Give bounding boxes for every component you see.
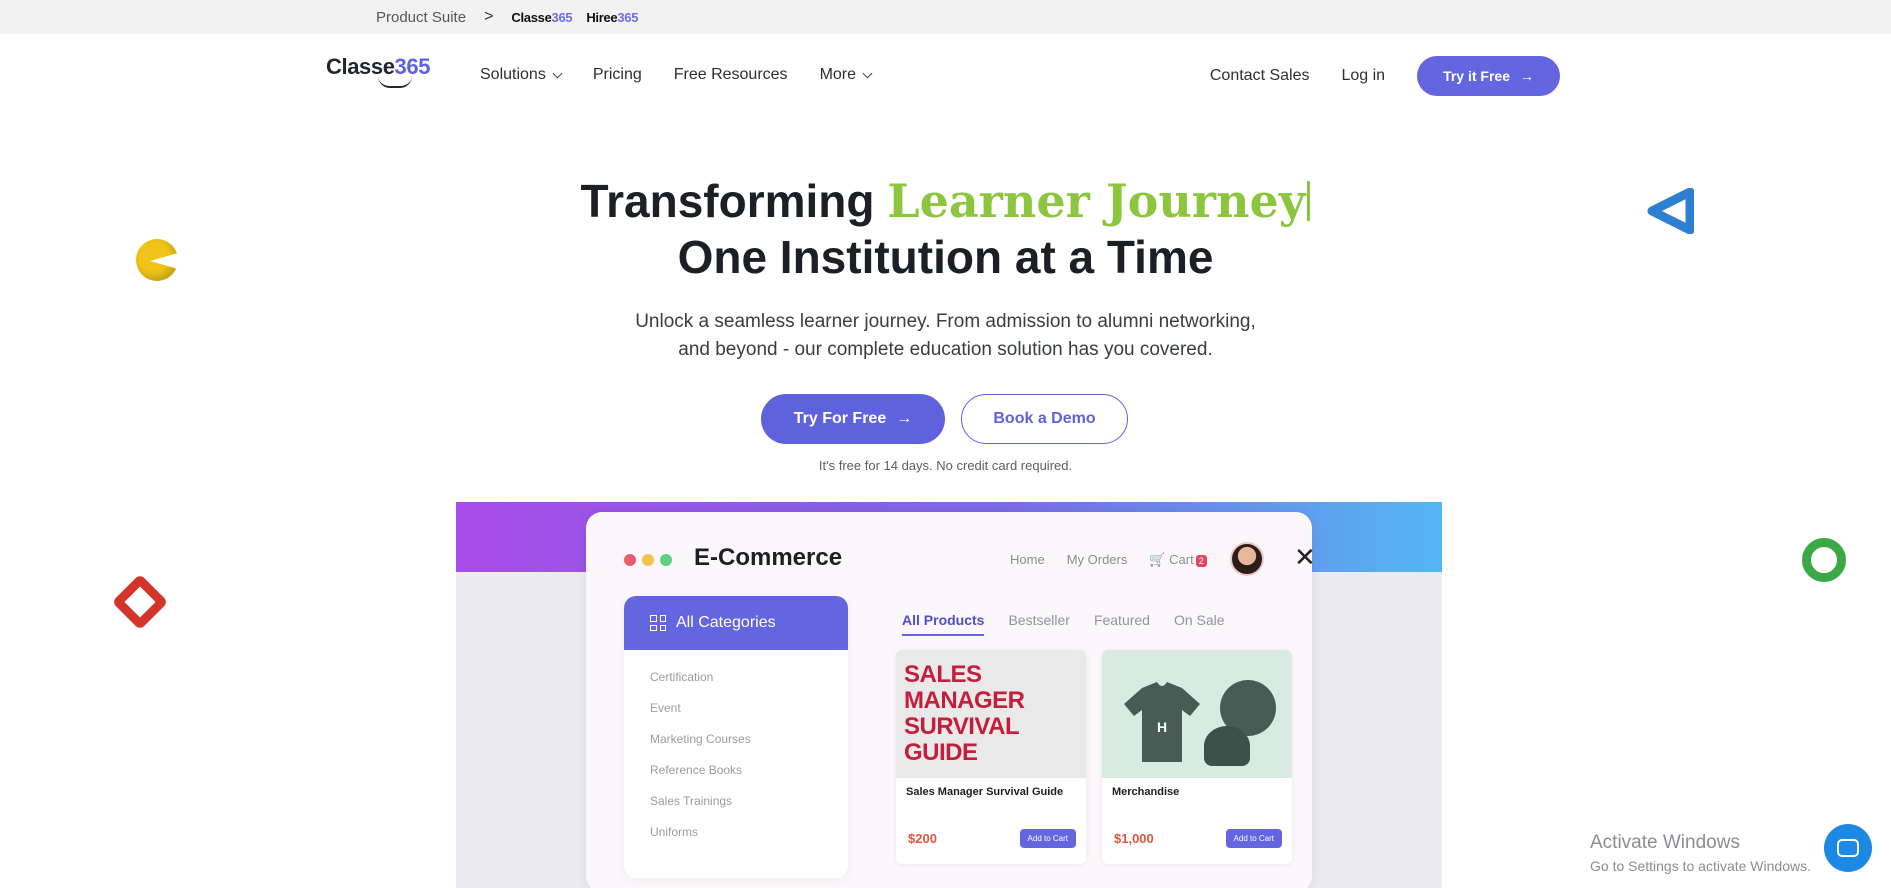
tab-bestseller[interactable]: Bestseller	[1008, 612, 1069, 636]
hero-subtitle-line1: Unlock a seamless learner journey. From …	[635, 311, 1256, 332]
product-preview: E-Commerce Home My Orders 🛒 Cart 2 ✕ All …	[456, 502, 1442, 888]
product-name: Sales Manager Survival Guide	[906, 786, 1064, 798]
close-icon[interactable]: ✕	[1294, 542, 1316, 573]
category-item[interactable]: Uniforms	[650, 817, 822, 848]
category-panel: All Categories Certification Event Marke…	[624, 596, 848, 878]
shop-nav-orders[interactable]: My Orders	[1067, 552, 1128, 568]
try-it-free-button[interactable]: Try it Free →	[1417, 56, 1560, 96]
try-for-free-button[interactable]: Try For Free →	[761, 394, 945, 444]
ecommerce-window: E-Commerce Home My Orders 🛒 Cart 2 ✕ All …	[586, 512, 1316, 888]
cart-count-badge: 2	[1195, 555, 1207, 567]
hero-title-line2: One Institution at a Time	[677, 231, 1214, 283]
add-to-cart-button[interactable]: Add to Cart	[1225, 829, 1282, 848]
tshirt-icon: H	[1124, 682, 1200, 762]
hero-title-line1: Transforming Learner Journey	[0, 174, 1891, 228]
product-suite-label[interactable]: Product Suite	[376, 9, 466, 26]
nav-free-resources[interactable]: Free Resources	[674, 66, 788, 84]
all-categories-header[interactable]: All Categories	[624, 596, 848, 650]
window-controls	[624, 554, 672, 566]
product-suite-bar: Product Suite > Classe365 Hiree365	[0, 0, 1891, 34]
merchandise-image: H	[1102, 650, 1292, 778]
tab-featured[interactable]: Featured	[1094, 612, 1150, 636]
hero-subtitle-line2: and beyond - our complete education solu…	[678, 339, 1213, 360]
chevron-down-icon	[552, 68, 563, 78]
tab-all-products[interactable]: All Products	[902, 612, 985, 636]
cart-icon: 🛒	[1149, 552, 1166, 567]
shop-title: E-Commerce	[694, 544, 843, 571]
chevron-down-icon	[862, 68, 873, 78]
green-ring-shape-icon	[1802, 538, 1846, 582]
arrow-right-icon: →	[1520, 68, 1534, 84]
nav-more[interactable]: More	[820, 66, 873, 84]
avatar[interactable]	[1230, 542, 1264, 576]
product-card[interactable]: H Merchandise $1,000 Add to Cart	[1102, 650, 1292, 864]
login-link[interactable]: Log in	[1341, 67, 1385, 85]
category-item[interactable]: Event	[650, 693, 822, 724]
product-card[interactable]: SALES MANAGER SURVIVAL GUIDE Sales Manag…	[896, 650, 1086, 864]
hero-title-accent: Learner Journey	[887, 174, 1306, 228]
book-demo-button[interactable]: Book a Demo	[961, 394, 1128, 444]
contact-sales-link[interactable]: Contact Sales	[1210, 67, 1310, 85]
category-item[interactable]: Certification	[650, 662, 822, 693]
preview-backdrop	[456, 572, 586, 888]
tab-on-sale[interactable]: On Sale	[1174, 612, 1225, 636]
arrow-right-icon: →	[896, 410, 913, 427]
shop-nav-cart[interactable]: 🛒 Cart 2	[1149, 552, 1207, 568]
add-to-cart-button[interactable]: Add to Cart	[1019, 829, 1076, 848]
nav-solutions[interactable]: Solutions	[480, 66, 563, 84]
typing-cursor	[1307, 181, 1311, 221]
svg-text:H: H	[1157, 719, 1167, 735]
brand-logo[interactable]: Classe365	[326, 54, 430, 88]
product-price: $200	[908, 831, 937, 846]
product-name: Merchandise	[1112, 786, 1180, 798]
cap-icon	[1204, 726, 1250, 766]
product-price: $1,000	[1114, 831, 1154, 846]
category-item[interactable]: Reference Books	[650, 755, 822, 786]
shop-nav-home[interactable]: Home	[1010, 552, 1045, 568]
maximize-dot-icon	[660, 554, 672, 566]
close-dot-icon	[624, 554, 636, 566]
category-item[interactable]: Sales Trainings	[650, 786, 822, 817]
chat-icon[interactable]	[1824, 824, 1872, 872]
category-item[interactable]: Marketing Courses	[650, 724, 822, 755]
nav-pricing[interactable]: Pricing	[593, 66, 642, 84]
main-nav: Classe365 Solutions Pricing Free Resourc…	[0, 34, 1891, 116]
grid-icon	[650, 615, 666, 631]
red-diamond-shape-icon	[111, 573, 169, 631]
chevron-right-icon: >	[484, 8, 494, 25]
book-cover-image: SALES MANAGER SURVIVAL GUIDE	[896, 650, 1086, 778]
hiree365-suite-link[interactable]: Hiree365	[586, 10, 638, 25]
windows-activation-watermark: Activate Windows Go to Settings to activ…	[1590, 832, 1811, 874]
logo-smile-icon	[378, 76, 412, 88]
classe365-suite-link[interactable]: Classe365	[511, 10, 572, 25]
trial-note: It's free for 14 days. No credit card re…	[818, 458, 1073, 473]
minimize-dot-icon	[642, 554, 654, 566]
